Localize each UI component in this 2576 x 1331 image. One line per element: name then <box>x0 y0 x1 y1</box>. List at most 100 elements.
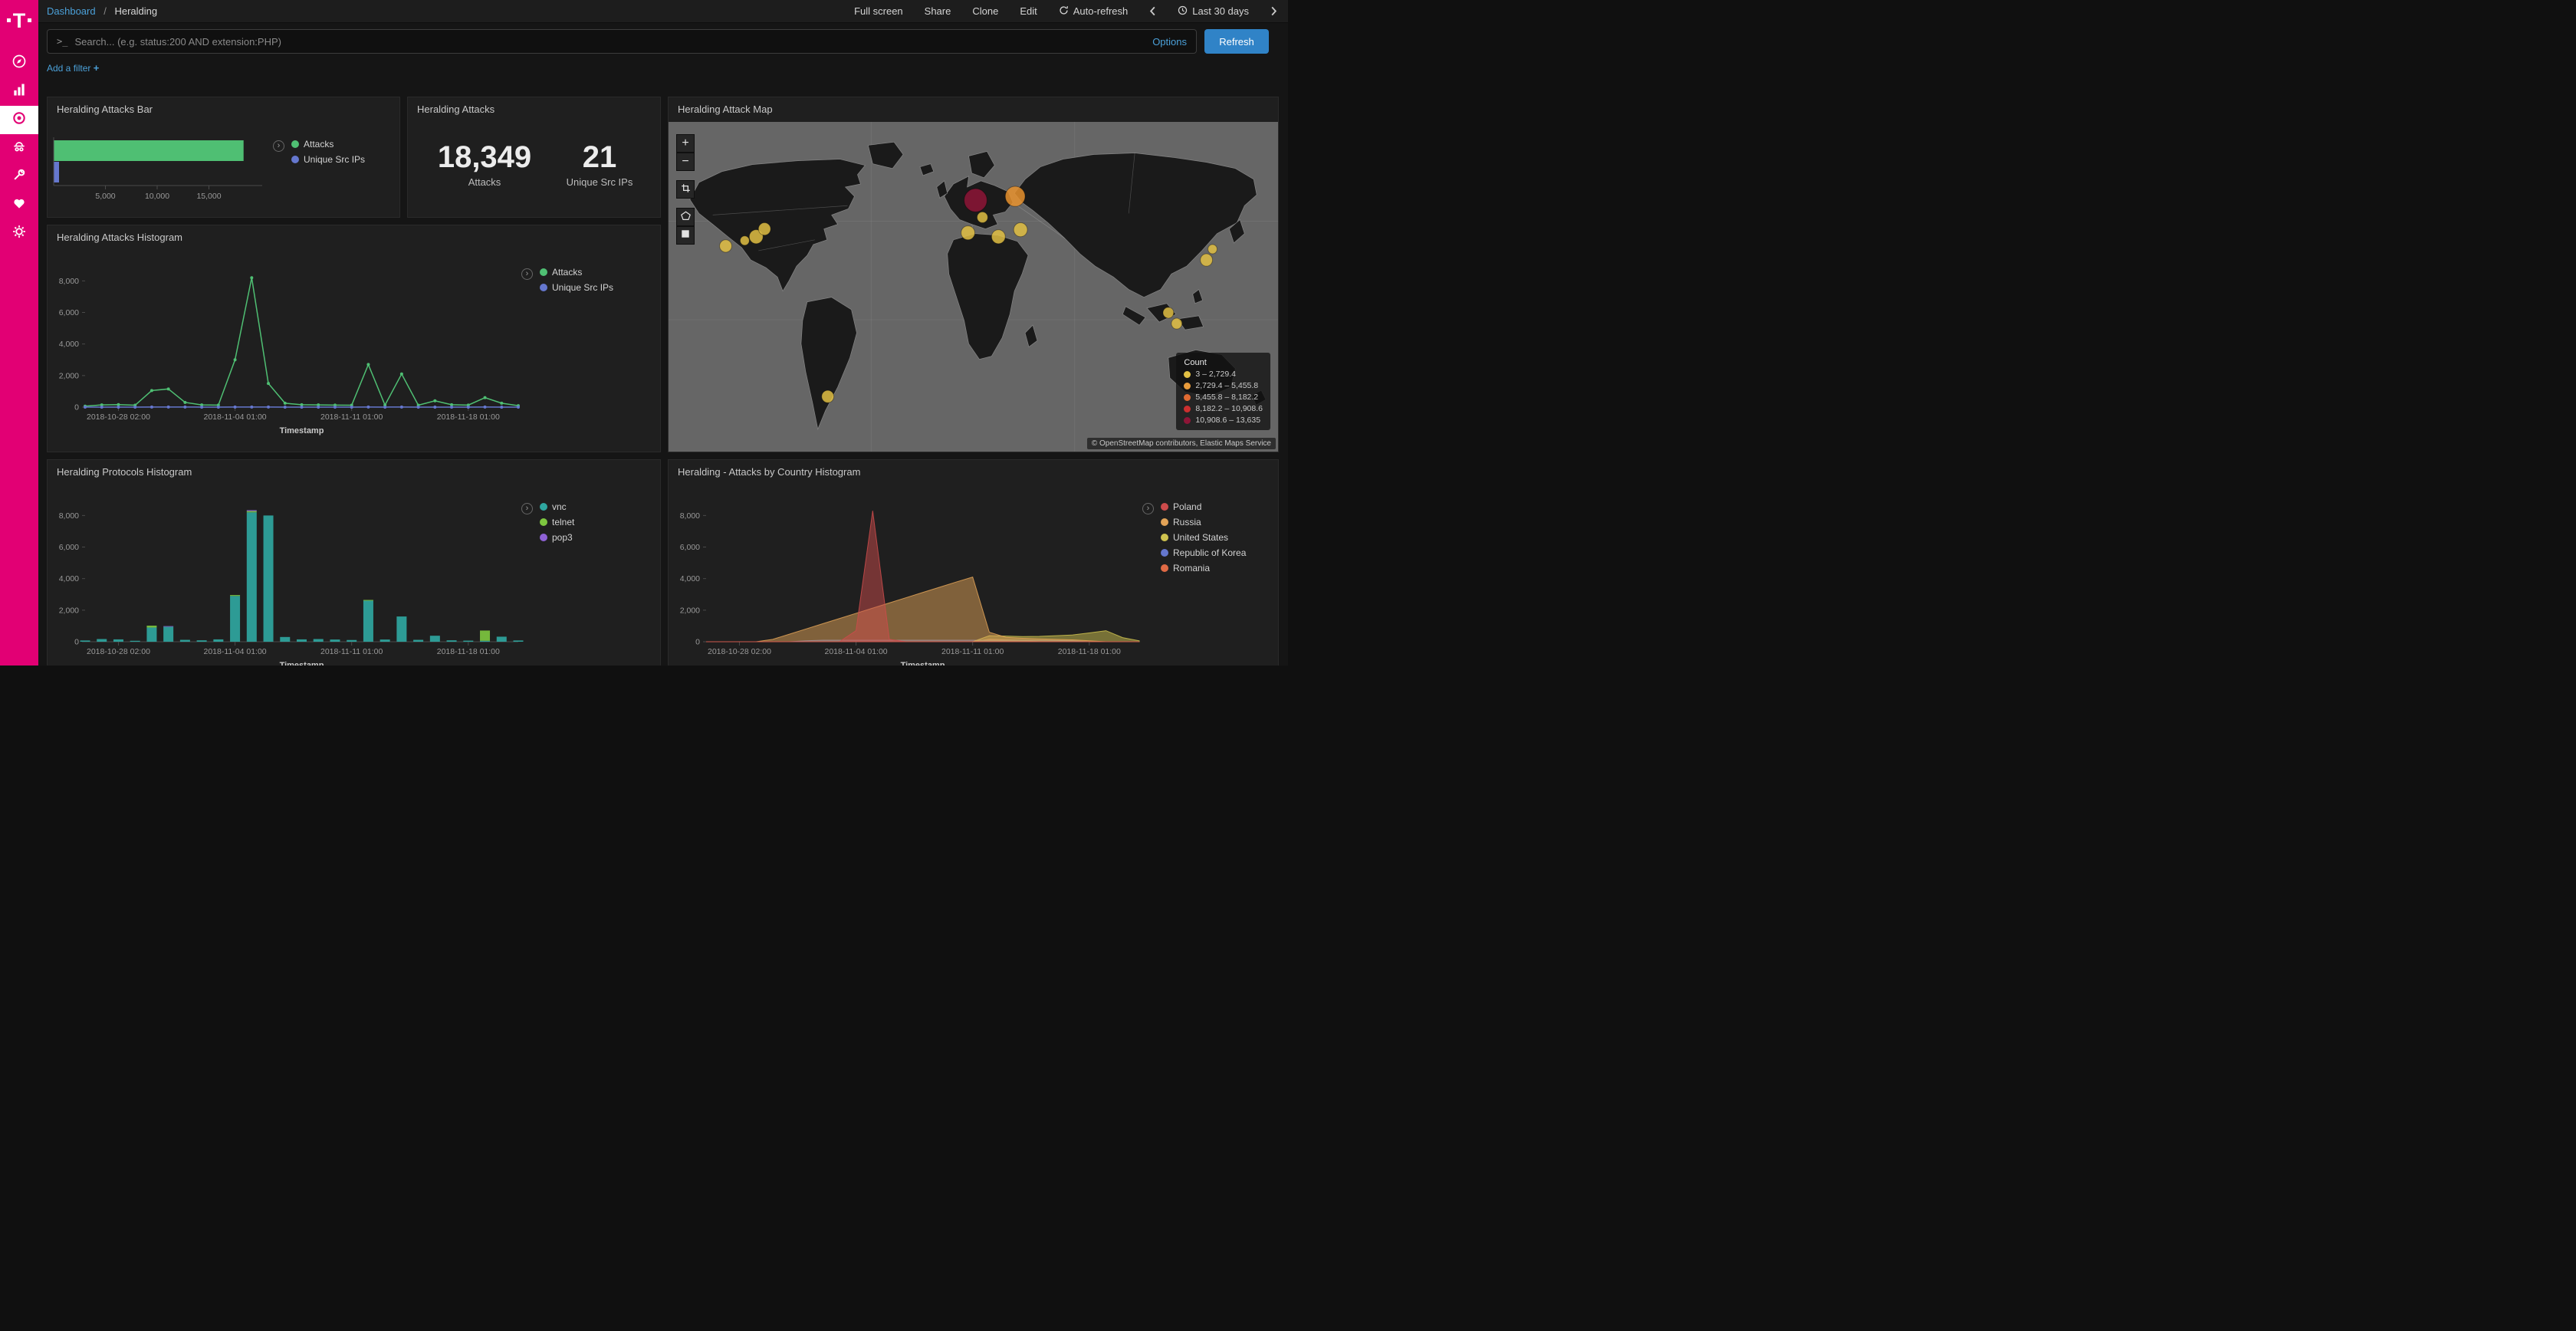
panel-title[interactable]: Heralding Attacks Histogram <box>48 225 660 243</box>
map-legend-row: 5,455.8 – 8,182.2 <box>1184 393 1263 402</box>
legend-dot <box>540 284 547 291</box>
legend-item[interactable]: Romania <box>1161 563 1246 573</box>
svg-text:4,000: 4,000 <box>59 340 79 349</box>
legend-item[interactable]: pop3 <box>540 532 574 543</box>
legend-item[interactable]: vnc <box>540 501 574 512</box>
legend-dot <box>540 534 547 541</box>
attack-location-dot[interactable] <box>1171 318 1182 329</box>
legend-item[interactable]: United States <box>1161 532 1246 543</box>
attack-location-dot[interactable] <box>1014 223 1027 237</box>
fullscreen-button[interactable]: Full screen <box>854 5 903 17</box>
svg-text:2018-11-04 01:00: 2018-11-04 01:00 <box>204 412 267 422</box>
attack-location-dot[interactable] <box>1163 307 1174 318</box>
sidebar-item-tools[interactable] <box>0 163 38 191</box>
attack-location-dot[interactable] <box>740 236 749 245</box>
clone-button[interactable]: Clone <box>972 5 998 17</box>
attack-location-dot[interactable] <box>1005 186 1025 206</box>
time-forward-button[interactable] <box>1270 6 1277 16</box>
map-controls: + − <box>676 134 695 245</box>
attacks-histogram-chart[interactable]: 02,0004,0006,0008,0002018-10-28 02:00201… <box>48 253 584 453</box>
sidebar-item-dashboards[interactable] <box>0 106 38 134</box>
legend-item[interactable]: Unique Src IPs <box>540 282 613 293</box>
panel-title[interactable]: Heralding Attack Map <box>669 97 1278 115</box>
legend-label: Republic of Korea <box>1173 547 1246 558</box>
panel-title[interactable]: Heralding Attacks Bar <box>48 97 399 115</box>
panel-title[interactable]: Heralding Protocols Histogram <box>48 460 660 478</box>
sidebar-item-attack-stats[interactable] <box>0 134 38 163</box>
map-draw-polygon-button[interactable] <box>676 208 695 226</box>
logo-square-left <box>7 18 11 22</box>
filter-bar: Add a filter + <box>38 54 1288 74</box>
map-legend-rows: 3 – 2,729.42,729.4 – 5,455.85,455.8 – 8,… <box>1184 370 1263 425</box>
svg-text:2018-10-28 02:00: 2018-10-28 02:00 <box>87 647 150 656</box>
legend-dot <box>540 503 547 511</box>
legend-collapse-icon[interactable]: › <box>521 268 533 280</box>
edit-button[interactable]: Edit <box>1020 5 1037 17</box>
options-link[interactable]: Options <box>1152 36 1187 48</box>
legend-item[interactable]: telnet <box>540 517 574 527</box>
map-attribution[interactable]: © OpenStreetMap contributors, Elastic Ma… <box>1087 438 1276 449</box>
sidebar-item-health[interactable] <box>0 191 38 219</box>
sidebar-item-home[interactable] <box>0 49 38 77</box>
svg-text:2018-11-18 01:00: 2018-11-18 01:00 <box>437 647 500 656</box>
legend-item[interactable]: Republic of Korea <box>1161 547 1246 558</box>
country-histogram-chart[interactable]: 02,0004,0006,0008,0002018-10-28 02:00201… <box>669 488 1205 666</box>
map-legend-row: 2,729.4 – 5,455.8 <box>1184 381 1263 390</box>
attacks-bar-chart[interactable]: 5,00010,00015,000 <box>48 125 262 217</box>
attack-location-dot[interactable] <box>961 226 975 240</box>
map-draw-rectangle-button[interactable] <box>676 226 695 245</box>
svg-text:8,000: 8,000 <box>680 511 700 521</box>
attack-location-dot[interactable] <box>1201 254 1213 266</box>
svg-text:4,000: 4,000 <box>680 574 700 583</box>
refresh-button[interactable]: Refresh <box>1204 29 1269 54</box>
plus-icon: + <box>94 62 100 74</box>
protocols-histogram-chart[interactable]: 02,0004,0006,0008,0002018-10-28 02:00201… <box>48 488 584 666</box>
attack-location-dot[interactable] <box>991 230 1005 244</box>
attack-location-dot[interactable] <box>758 223 770 235</box>
sidebar-item-settings[interactable] <box>0 219 38 248</box>
svg-text:5,000: 5,000 <box>95 192 115 201</box>
svg-text:8,000: 8,000 <box>59 511 79 521</box>
sidebar-item-analytics[interactable] <box>0 77 38 106</box>
attack-location-dot[interactable] <box>822 390 834 403</box>
map-zoom-in-button[interactable]: + <box>676 134 695 153</box>
share-button[interactable]: Share <box>925 5 951 17</box>
panel-title[interactable]: Heralding Attacks <box>408 97 660 115</box>
kibana-dashboard: T <box>0 0 1288 666</box>
breadcrumb-dashboard-link[interactable]: Dashboard <box>47 5 96 17</box>
legend-items: vnc telnet pop3 <box>540 501 574 543</box>
time-back-button[interactable] <box>1149 6 1156 16</box>
attack-location-dot[interactable] <box>977 212 987 222</box>
telekom-logo[interactable]: T <box>0 0 38 41</box>
map-zoom-out-button[interactable]: − <box>676 153 695 171</box>
add-filter-link[interactable]: Add a filter + <box>47 63 99 74</box>
attack-map[interactable]: + − Count 3 – 2,729.42,729.4 – 5,455.85,… <box>669 122 1278 452</box>
legend-item[interactable]: Poland <box>1161 501 1246 512</box>
gear-icon <box>12 224 27 243</box>
panel-title[interactable]: Heralding - Attacks by Country Histogram <box>669 460 1278 478</box>
legend-item[interactable]: Unique Src IPs <box>291 154 365 165</box>
legend-item[interactable]: Attacks <box>540 267 613 278</box>
legend-collapse-icon[interactable]: › <box>521 503 533 514</box>
map-legend-title: Count <box>1184 358 1263 367</box>
attack-location-dot[interactable] <box>1208 245 1217 254</box>
legend-item[interactable]: Russia <box>1161 517 1246 527</box>
legend-collapse-icon[interactable]: › <box>273 140 284 152</box>
svg-text:2018-11-11 01:00: 2018-11-11 01:00 <box>320 647 383 656</box>
panel-heralding-attack-map: Heralding Attack Map <box>668 97 1279 452</box>
attack-location-dot[interactable] <box>964 189 987 212</box>
legend-label: Romania <box>1173 563 1210 573</box>
attack-location-dot[interactable] <box>720 240 732 252</box>
legend-label: vnc <box>552 501 567 512</box>
legend-label: Unique Src IPs <box>304 154 365 165</box>
map-fit-bounds-button[interactable] <box>676 180 695 199</box>
sidebar-nav <box>0 49 38 248</box>
search-input[interactable] <box>74 36 1145 48</box>
legend-label: Poland <box>1173 501 1201 512</box>
svg-text:8,000: 8,000 <box>59 277 79 286</box>
legend-item[interactable]: Attacks <box>291 139 365 150</box>
time-range-button[interactable]: Last 30 days <box>1178 5 1249 18</box>
legend-collapse-icon[interactable]: › <box>1142 503 1154 514</box>
auto-refresh-button[interactable]: Auto-refresh <box>1059 5 1129 18</box>
legend-dot <box>1161 549 1168 557</box>
